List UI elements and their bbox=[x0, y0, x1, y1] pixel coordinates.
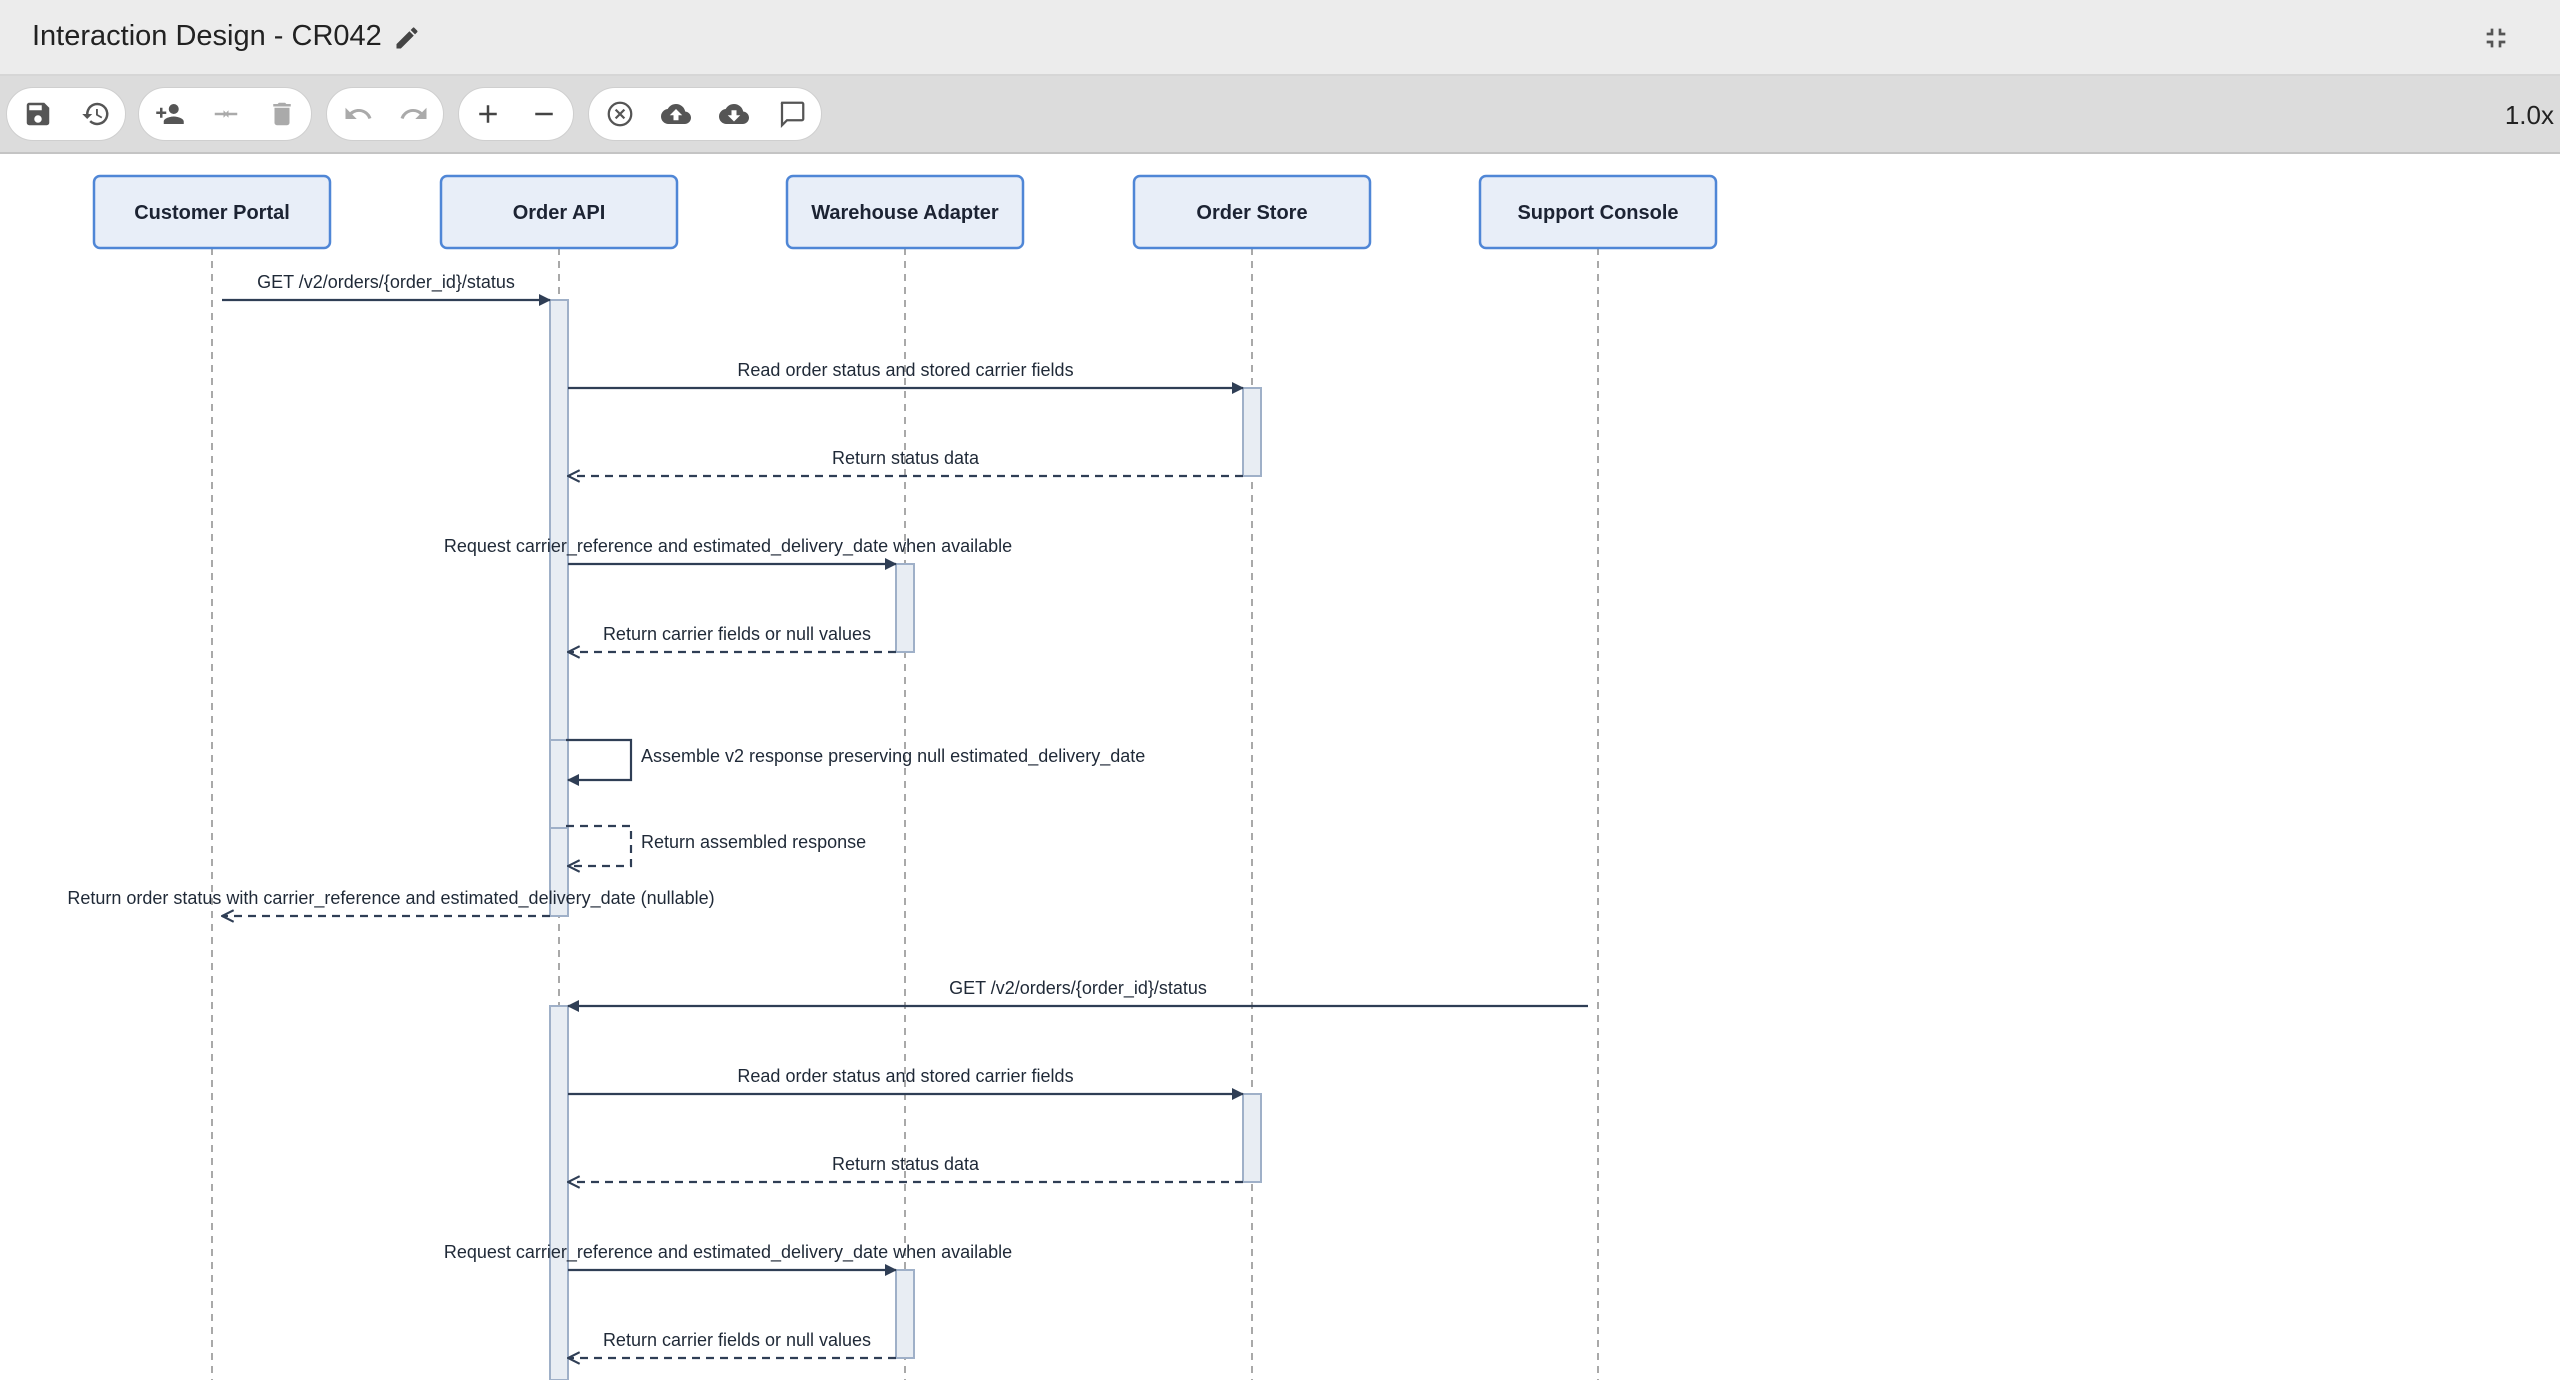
zoom-out-icon bbox=[535, 112, 553, 116]
exit-fullscreen-icon[interactable] bbox=[2480, 22, 2512, 54]
message-label: Assemble v2 response preserving null est… bbox=[641, 746, 1145, 767]
diagram-title: Interaction Design - CR042 bbox=[32, 20, 382, 52]
activation-bar bbox=[1242, 387, 1262, 477]
redo-icon bbox=[400, 107, 427, 119]
message-label: Read order status and stored carrier fie… bbox=[737, 1066, 1073, 1086]
participant-label: Order Store bbox=[1196, 202, 1307, 224]
save-icon bbox=[26, 102, 50, 126]
add-participant-button[interactable] bbox=[141, 88, 199, 140]
activation-bar bbox=[549, 739, 569, 829]
message-label: GET /v2/orders/{order_id}/status bbox=[949, 978, 1207, 999]
toolbar-group-actions bbox=[588, 87, 822, 141]
sequence-diagram[interactable]: GET /v2/orders/{order_id}/status Read ord… bbox=[0, 154, 2560, 1380]
activation-bar bbox=[895, 563, 915, 653]
add-participant-icon bbox=[156, 104, 184, 124]
download-button[interactable] bbox=[705, 88, 763, 140]
toolbar-group-zoom bbox=[458, 87, 574, 141]
history-icon bbox=[82, 102, 109, 126]
undo-button[interactable] bbox=[329, 88, 387, 140]
comment-icon bbox=[780, 101, 805, 128]
delete-icon bbox=[273, 102, 291, 126]
zoom-in-button[interactable] bbox=[459, 88, 517, 140]
upload-icon bbox=[661, 104, 691, 124]
message-label: Read order status and stored carrier fie… bbox=[737, 360, 1073, 380]
download-icon bbox=[719, 104, 749, 124]
activation-bar bbox=[895, 1269, 915, 1359]
message-label: Return status data bbox=[832, 1154, 980, 1174]
zoom-out-button[interactable] bbox=[515, 88, 573, 140]
message-label: Request carrier_reference and estimated_… bbox=[444, 536, 1012, 557]
merge-icon bbox=[214, 110, 238, 118]
save-button[interactable] bbox=[9, 88, 67, 140]
participant-box[interactable]: Order Store bbox=[1132, 174, 1372, 250]
message-label: Request carrier_reference and estimated_… bbox=[444, 1242, 1012, 1263]
delete-button[interactable] bbox=[253, 88, 311, 140]
message-label: Return carrier fields or null values bbox=[603, 1330, 871, 1350]
upload-button[interactable] bbox=[647, 88, 705, 140]
activation-bar bbox=[549, 1005, 569, 1380]
participant-box[interactable]: Customer Portal bbox=[92, 174, 332, 250]
edit-title-icon[interactable] bbox=[393, 24, 421, 52]
participant-label: Customer Portal bbox=[134, 202, 290, 224]
message-label: Return assembled response bbox=[641, 832, 866, 852]
participant-box[interactable]: Warehouse Adapter bbox=[785, 174, 1025, 250]
message-label: Return status data bbox=[832, 448, 980, 468]
message-label: Return carrier fields or null values bbox=[603, 624, 871, 644]
undo-icon bbox=[345, 107, 372, 119]
participant-label: Warehouse Adapter bbox=[811, 202, 999, 224]
message-arrow[interactable] bbox=[566, 824, 633, 866]
title-bar: Interaction Design - CR042 bbox=[0, 0, 2560, 76]
participant-box[interactable]: Order API bbox=[439, 174, 679, 250]
comment-button[interactable] bbox=[763, 88, 821, 140]
merge-button[interactable] bbox=[197, 88, 255, 140]
participant-label: Support Console bbox=[1517, 202, 1678, 224]
message-label: GET /v2/orders/{order_id}/status bbox=[257, 272, 515, 293]
toolbar-group-history bbox=[326, 87, 444, 141]
participant-label: Order API bbox=[513, 202, 606, 224]
activation-bar bbox=[1242, 1093, 1262, 1183]
cancel-icon bbox=[607, 101, 633, 127]
cancel-button[interactable] bbox=[591, 88, 649, 140]
diagram-canvas[interactable]: GET /v2/orders/{order_id}/status Read ord… bbox=[0, 154, 2560, 1380]
zoom-level: 1.0x bbox=[2504, 100, 2554, 130]
redo-button[interactable] bbox=[385, 88, 443, 140]
participant-box[interactable]: Support Console bbox=[1478, 174, 1718, 250]
toolbar: 1.0x bbox=[0, 76, 2560, 154]
history-button[interactable] bbox=[67, 88, 125, 140]
message-label: Return order status with carrier_referen… bbox=[67, 888, 714, 909]
message-arrow[interactable] bbox=[566, 738, 633, 786]
zoom-in-icon bbox=[479, 105, 497, 123]
toolbar-group-file bbox=[6, 87, 126, 141]
toolbar-group-participants bbox=[138, 87, 312, 141]
